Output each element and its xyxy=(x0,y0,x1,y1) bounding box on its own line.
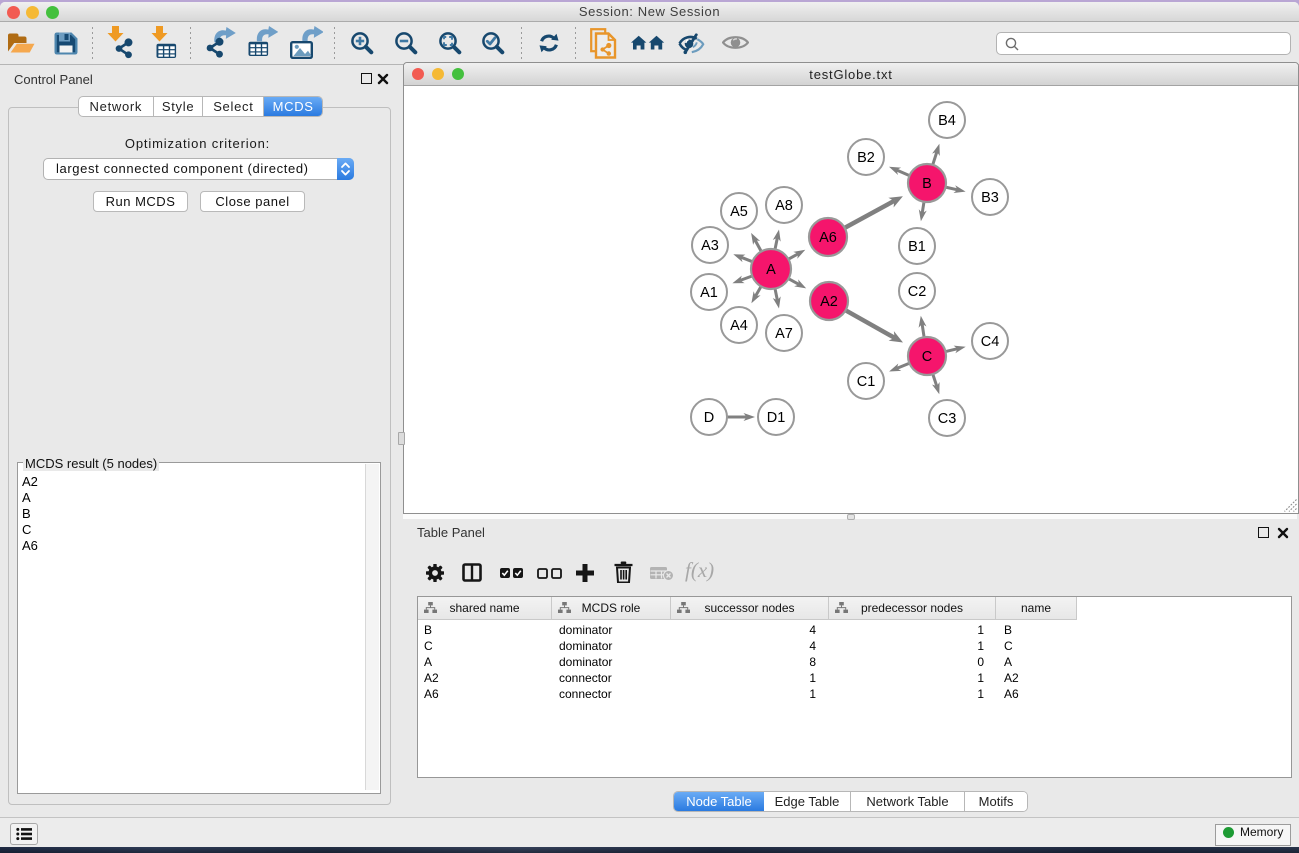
svg-text:C1: C1 xyxy=(857,374,876,390)
svg-text:D1: D1 xyxy=(767,410,786,426)
svg-text:B3: B3 xyxy=(981,190,999,206)
svg-text:B1: B1 xyxy=(908,239,926,255)
svg-text:C2: C2 xyxy=(908,284,927,300)
svg-text:C: C xyxy=(922,349,932,365)
svg-text:A: A xyxy=(766,262,776,278)
svg-text:C3: C3 xyxy=(938,411,957,427)
svg-text:A3: A3 xyxy=(701,238,719,254)
svg-text:C4: C4 xyxy=(981,334,1000,350)
svg-text:B4: B4 xyxy=(938,113,956,129)
svg-text:A8: A8 xyxy=(775,198,793,214)
svg-text:A4: A4 xyxy=(730,318,748,334)
svg-text:D: D xyxy=(704,410,714,426)
svg-text:A1: A1 xyxy=(700,285,718,301)
svg-text:B2: B2 xyxy=(857,150,875,166)
svg-text:A5: A5 xyxy=(730,204,748,220)
svg-text:B: B xyxy=(922,176,932,192)
svg-text:A2: A2 xyxy=(820,294,838,310)
svg-text:A6: A6 xyxy=(819,230,837,246)
svg-text:A7: A7 xyxy=(775,326,793,342)
